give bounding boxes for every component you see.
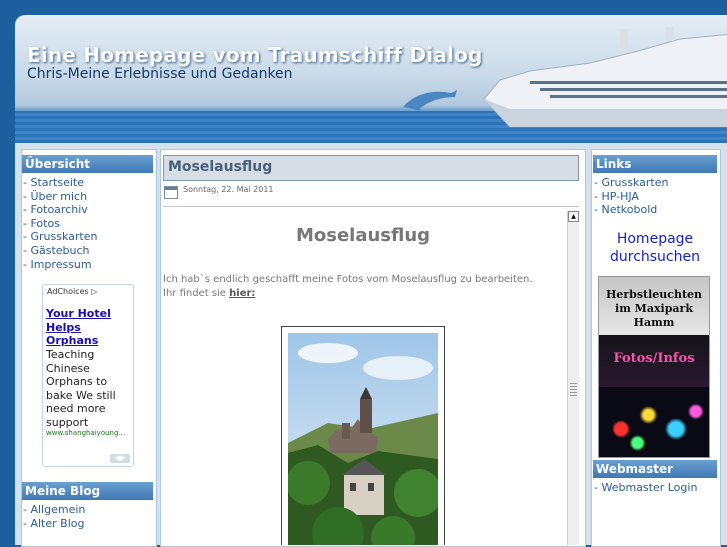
herbstleuchten-banner[interactable]: Herbstleuchten im Maxipark Hamm Fotos/In…: [598, 276, 710, 458]
webmaster-heading: Webmaster: [593, 460, 717, 478]
calendar-icon: [164, 186, 178, 199]
site-subtitle: Chris-Meine Erlebnisse und Gedanken: [27, 66, 293, 82]
nav-item-fotos[interactable]: - Fotos: [23, 217, 97, 231]
nav-item-fotoarchiv[interactable]: - Fotoarchiv: [23, 203, 97, 217]
photos-link[interactable]: hier:: [229, 288, 255, 299]
cruise-ship-image: [483, 27, 727, 127]
blog-themes-nav: - Allgemein - Alter Blog: [23, 503, 85, 530]
post-title-box: Moselausflug: [163, 155, 579, 181]
blog-themes-heading: Meine Blog Themen: [22, 482, 153, 516]
links-nav: - Grusskarten - HP-HJA - Netkobold: [594, 176, 668, 217]
post-title[interactable]: Moselausflug: [168, 159, 272, 175]
banner-title: Herbstleuchten im Maxipark Hamm: [605, 288, 703, 329]
homepage-search-link[interactable]: Homepage durchsuchen: [592, 230, 718, 266]
site-header: Eine Homepage vom Traumschiff Dialog Chr…: [15, 15, 727, 143]
blog-item-allgemein[interactable]: - Allgemein: [23, 503, 85, 517]
ad-nav-arrows-icon[interactable]: ◀▶: [110, 454, 130, 463]
link-grusskarten[interactable]: - Grusskarten: [594, 176, 668, 190]
ad-box[interactable]: AdChoices ▷ Your Hotel Helps Orphans Tea…: [42, 284, 134, 467]
content-heading: Moselausflug: [295, 225, 431, 246]
overview-nav: - Startseite - Über mich - Fotoarchiv - …: [23, 176, 97, 271]
webmaster-login-link[interactable]: - Webmaster Login: [594, 481, 697, 495]
nav-item-grusskarten[interactable]: - Grusskarten: [23, 230, 97, 244]
overview-heading: Übersicht: [22, 155, 153, 173]
site-title: Eine Homepage vom Traumschiff Dialog: [27, 43, 483, 67]
nav-item-gaestebuch[interactable]: - Gästebuch: [23, 244, 97, 258]
banner-fotos-infos: Fotos/Infos: [613, 351, 695, 366]
moselle-castle-photo[interactable]: [288, 333, 438, 545]
scroll-up-arrow-icon[interactable]: ▲: [568, 211, 579, 222]
post-date: Sonntag, 22. Mai 2011: [183, 185, 274, 194]
post-divider: [163, 206, 579, 207]
nav-item-startseite[interactable]: - Startseite: [23, 176, 97, 190]
adchoices-label[interactable]: AdChoices ▷: [47, 287, 97, 296]
content-text: Ich hab`s endlich geschafft meine Fotos …: [163, 274, 533, 299]
link-netkobold[interactable]: - Netkobold: [594, 203, 668, 217]
ad-url[interactable]: www.shanghaiyoung...: [46, 429, 125, 437]
ad-title[interactable]: Your Hotel Helps Orphans: [46, 307, 126, 348]
blog-item-alter-blog[interactable]: - Alter Blog: [23, 517, 85, 531]
photo-frame[interactable]: [281, 326, 445, 545]
post-content: Moselausflug Ich hab`s endlich geschafft…: [163, 211, 568, 545]
nav-item-impressum[interactable]: - Impressum: [23, 258, 97, 272]
webmaster-nav: - Webmaster Login: [594, 481, 697, 495]
links-heading: Links: [593, 155, 717, 173]
banner-lights-image: [599, 387, 709, 457]
nav-item-ueber-mich[interactable]: - Über mich: [23, 190, 97, 204]
link-hp-hja[interactable]: - HP-HJA: [594, 190, 668, 204]
scroll-grip[interactable]: [570, 382, 577, 396]
dolphin-image: [403, 90, 457, 112]
content-scrollbar[interactable]: ▲: [567, 211, 579, 545]
ad-text[interactable]: Teaching Chinese Orphans to bake We stil…: [46, 348, 130, 429]
